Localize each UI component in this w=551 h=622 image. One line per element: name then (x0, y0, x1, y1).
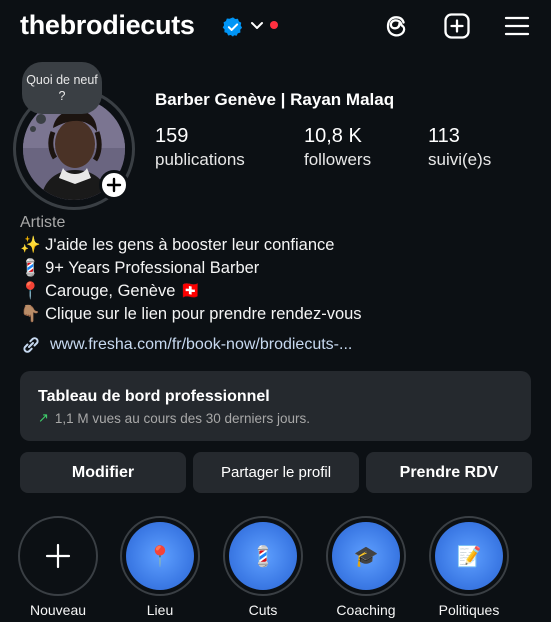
stat-posts[interactable]: 159 publications (155, 124, 245, 172)
category-label: Artiste (20, 214, 66, 231)
verified-icon (222, 17, 243, 37)
highlight-lieu[interactable]: 📍 Lieu (119, 516, 201, 618)
add-story-button[interactable] (99, 170, 129, 200)
dashboard-subtitle: ↗ 1,1 M vues au cours des 30 derniers jo… (38, 410, 310, 426)
barber-pole-icon: 💈 (229, 522, 297, 590)
stat-label: suivi(e)s (428, 150, 492, 169)
threads-icon[interactable] (382, 12, 410, 40)
dashboard-views-text: 1,1 M vues au cours des 30 derniers jour… (54, 410, 311, 426)
full-name: Barber Genève | Rayan Malaq (155, 90, 395, 109)
trend-up-icon: ↗ (38, 410, 49, 425)
bio-line: 👇🏽 Clique sur le lien pour prendre rende… (20, 305, 362, 323)
link-text[interactable]: www.fresha.com/fr/book-now/brodiecuts-..… (50, 336, 352, 354)
highlight-label: Coaching (336, 602, 396, 618)
highlight-ring[interactable]: 🎓 (326, 516, 406, 596)
highlight-cuts[interactable]: 💈 Cuts (222, 516, 304, 618)
link-icon (23, 337, 39, 353)
highlight-label: Lieu (146, 602, 174, 618)
notification-dot (270, 21, 278, 29)
note-bubble[interactable]: Quoi de neuf ? (22, 62, 102, 114)
top-bar: thebrodiecuts (0, 0, 551, 52)
highlight-ring[interactable]: 💈 (223, 516, 303, 596)
stat-label: publications (155, 150, 245, 169)
bio-link[interactable]: www.fresha.com/fr/book-now/brodiecuts-..… (20, 334, 352, 356)
stat-label: followers (304, 150, 372, 169)
note-bubble-tail (36, 114, 46, 124)
highlight-politiques[interactable]: 📝 Politiques (428, 516, 510, 618)
bio-line: 💈 9+ Years Professional Barber (20, 259, 260, 277)
profile-page: thebrodiecuts Quoi de neuf ? Barber Genè… (0, 0, 551, 622)
plus-icon (45, 543, 71, 569)
menu-icon[interactable] (503, 12, 531, 40)
highlight-label: Nouveau (29, 602, 87, 618)
new-post-icon[interactable] (443, 12, 471, 40)
graduation-cap-icon: 🎓 (332, 522, 400, 590)
plus-icon (106, 177, 122, 193)
bio-line: ✨ J'aide les gens à booster leur confian… (20, 236, 335, 254)
bio-line: 📍 Carouge, Genève 🇨🇭 (20, 282, 201, 300)
stat-value: 113 (428, 125, 460, 147)
stat-followers[interactable]: 10,8 K followers (304, 124, 371, 172)
note-bubble-tail-small (30, 126, 36, 132)
highlight-coaching[interactable]: 🎓 Coaching (325, 516, 407, 618)
highlight-new[interactable]: Nouveau (17, 516, 99, 618)
professional-dashboard[interactable]: Tableau de bord professionnel ↗ 1,1 M vu… (20, 371, 531, 441)
stat-value: 10,8 K (304, 125, 362, 147)
highlight-label: Cuts (248, 602, 278, 618)
chevron-down-icon[interactable] (250, 20, 264, 32)
highlight-label: Politiques (438, 602, 500, 618)
memo-icon: 📝 (435, 522, 503, 590)
stat-value: 159 (155, 125, 189, 147)
stat-following[interactable]: 113 suivi(e)s (428, 124, 491, 172)
username[interactable]: thebrodiecuts (20, 10, 195, 41)
dashboard-title: Tableau de bord professionnel (38, 388, 270, 405)
share-profile-button[interactable]: Partager le profil (193, 452, 359, 493)
book-appointment-button[interactable]: Prendre RDV (366, 452, 532, 493)
edit-profile-button[interactable]: Modifier (20, 452, 186, 493)
pin-icon: 📍 (126, 522, 194, 590)
highlight-ring[interactable]: 📍 (120, 516, 200, 596)
highlight-ring[interactable] (18, 516, 98, 596)
highlight-ring[interactable]: 📝 (429, 516, 509, 596)
